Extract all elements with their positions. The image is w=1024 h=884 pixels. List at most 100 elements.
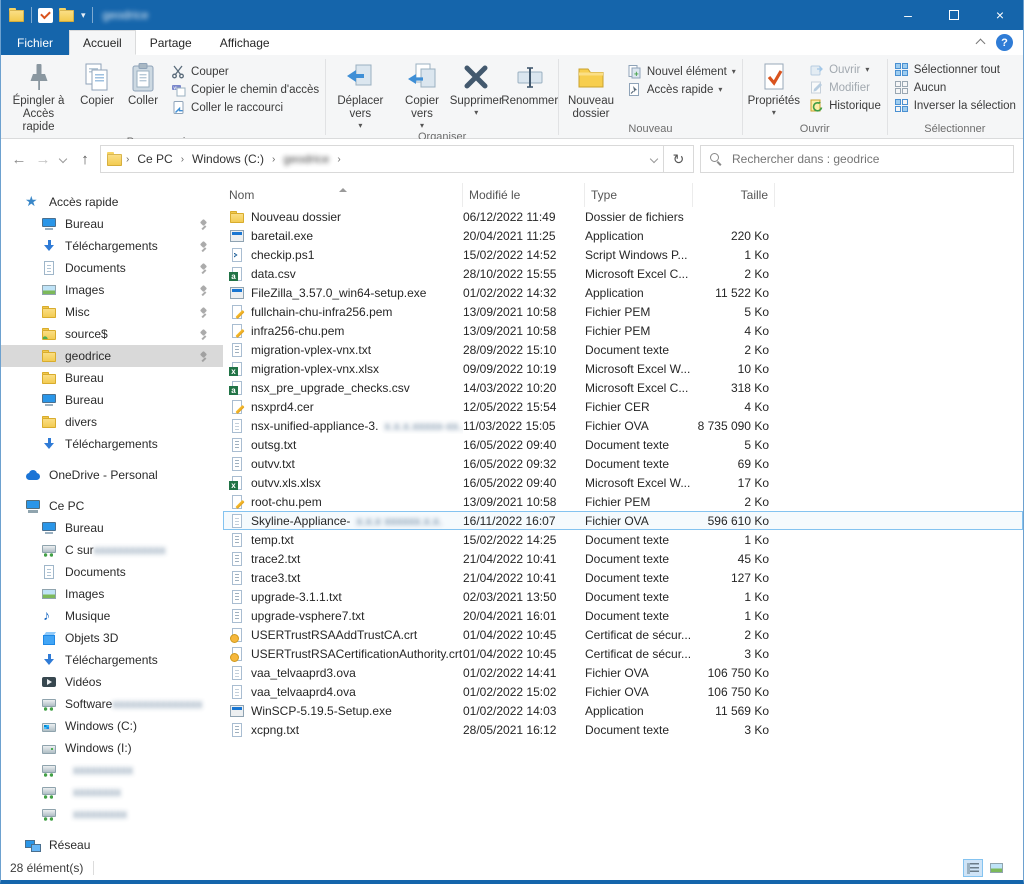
copy-path-button[interactable]: w Copier le chemin d'accès — [168, 82, 322, 97]
sidebar-item[interactable]: xxxxxxxx — [1, 781, 223, 803]
file-row[interactable]: infra256-chu.pem 13/09/2021 10:58 Fichie… — [223, 321, 1023, 340]
sidebar-item[interactable]: OneDrive - Personal — [1, 464, 223, 486]
file-row[interactable]: migration-vplex-vnx.xlsx 09/09/2022 10:1… — [223, 359, 1023, 378]
sidebar-item[interactable]: Windows (C:) — [1, 715, 223, 737]
invert-selection-button[interactable]: Inverser la sélection — [891, 98, 1019, 113]
sidebar-item[interactable]: Objets 3D — [1, 627, 223, 649]
sidebar-item[interactable]: Images — [1, 583, 223, 605]
file-row[interactable]: upgrade-3.1.1.txt 02/03/2021 13:50 Docum… — [223, 587, 1023, 606]
minimize-button[interactable]: – — [885, 0, 931, 30]
sidebar-item[interactable]: geodrice — [1, 345, 223, 367]
file-row[interactable]: outsg.txt 16/05/2022 09:40 Document text… — [223, 435, 1023, 454]
forward-button[interactable]: → — [34, 151, 52, 168]
sidebar-item[interactable]: xxxxxxxxx — [1, 803, 223, 825]
sidebar-item[interactable]: Windows (I:) — [1, 737, 223, 759]
up-button[interactable]: ↑ — [76, 151, 94, 168]
maximize-button[interactable] — [931, 0, 977, 30]
details-view-button[interactable] — [963, 859, 983, 877]
select-none-button[interactable]: Aucun — [891, 80, 1019, 95]
back-button[interactable]: ← — [10, 151, 28, 168]
file-row[interactable]: nsxprd4.cer 12/05/2022 15:54 Fichier CER… — [223, 397, 1023, 416]
large-icons-view-button[interactable] — [986, 859, 1006, 877]
file-row[interactable]: trace2.txt 21/04/2022 10:41 Document tex… — [223, 549, 1023, 568]
help-icon[interactable]: ? — [996, 34, 1013, 51]
file-row[interactable]: WinSCP-5.19.5-Setup.exe 01/02/2022 14:03… — [223, 701, 1023, 720]
sidebar-item[interactable]: Bureau — [1, 517, 223, 539]
file-row[interactable]: upgrade-vsphere7.txt 20/04/2021 16:01 Do… — [223, 606, 1023, 625]
paste-shortcut-button[interactable]: Coller le raccourci — [168, 100, 322, 115]
tab-affichage[interactable]: Affichage — [206, 30, 284, 55]
refresh-button[interactable]: ↻ — [664, 145, 694, 173]
breadcrumb-ce-pc[interactable]: Ce PC — [132, 152, 177, 166]
rename-button[interactable]: Renommer — [502, 58, 557, 130]
breadcrumb-drive[interactable]: Windows (C:) — [187, 152, 269, 166]
select-all-button[interactable]: Sélectionner tout — [891, 62, 1019, 77]
address-dropdown-icon[interactable] — [651, 157, 659, 162]
file-row[interactable]: baretail.exe 20/04/2021 11:25 Applicatio… — [223, 226, 1023, 245]
file-row[interactable]: nsx_pre_upgrade_checks.csv 14/03/2022 10… — [223, 378, 1023, 397]
sidebar-item[interactable]: Ce PC — [1, 495, 223, 517]
delete-button[interactable]: Supprimer ▾ — [450, 58, 502, 130]
file-row[interactable]: nsx-unified-appliance-3. x.x.x.xxxxx-xx.… — [223, 416, 1023, 435]
file-row[interactable]: Skyline-Appliance- x.x.x xxxxxx.x.x. 16/… — [223, 511, 1023, 530]
sidebar-item[interactable]: Documents — [1, 561, 223, 583]
qat-customize-caret-icon[interactable]: ▾ — [81, 10, 86, 21]
properties-quick-icon[interactable] — [38, 8, 53, 23]
file-row[interactable]: trace3.txt 21/04/2022 10:41 Document tex… — [223, 568, 1023, 587]
sidebar-item[interactable]: divers — [1, 411, 223, 433]
column-header-name[interactable]: Nom — [223, 183, 463, 207]
sidebar-item[interactable]: Bureau — [1, 367, 223, 389]
sidebar-item[interactable]: Vidéos — [1, 671, 223, 693]
tab-accueil[interactable]: Accueil — [69, 30, 136, 55]
file-row[interactable]: USERTrustRSAAddTrustCA.crt 01/04/2022 10… — [223, 625, 1023, 644]
pin-to-quick-access-button[interactable]: Épingler à Accès rapide — [3, 58, 74, 135]
sidebar-item[interactable]: Téléchargements — [1, 235, 223, 257]
column-header-type[interactable]: Type — [585, 183, 693, 207]
sidebar-item[interactable]: Bureau — [1, 213, 223, 235]
file-row[interactable]: FileZilla_3.57.0_win64-setup.exe 01/02/2… — [223, 283, 1023, 302]
file-row[interactable]: data.csv 28/10/2022 15:55 Microsoft Exce… — [223, 264, 1023, 283]
search-box[interactable] — [700, 145, 1014, 173]
file-row[interactable]: fullchain-chu-infra256.pem 13/09/2021 10… — [223, 302, 1023, 321]
sidebar-item[interactable]: xxxxxxxxxx — [1, 759, 223, 781]
column-header-date[interactable]: Modifié le — [463, 183, 585, 207]
sidebar-item[interactable]: Réseau — [1, 834, 223, 856]
new-folder-button[interactable]: Nouveau dossier — [560, 58, 622, 122]
sidebar-item[interactable]: C sur xxxxxxxxxxxx — [1, 539, 223, 561]
copy-to-button[interactable]: Copier vers ▾ — [394, 58, 451, 130]
paste-button[interactable]: Coller — [120, 58, 166, 135]
file-row[interactable]: Nouveau dossier 06/12/2022 11:49 Dossier… — [223, 207, 1023, 226]
properties-button[interactable]: Propriétés ▾ — [744, 58, 804, 122]
address-bar[interactable]: › Ce PC › Windows (C:) › geodrice › — [100, 145, 664, 173]
column-header-size[interactable]: Taille — [693, 183, 775, 207]
breadcrumb-current-folder[interactable]: geodrice — [278, 152, 334, 166]
sidebar-item[interactable]: Accès rapide — [1, 191, 223, 213]
sidebar-item[interactable]: source$ — [1, 323, 223, 345]
file-row[interactable]: xcpng.txt 28/05/2021 16:12 Document text… — [223, 720, 1023, 739]
sidebar-item[interactable]: Misc — [1, 301, 223, 323]
sidebar-item[interactable]: Téléchargements — [1, 433, 223, 455]
file-row[interactable]: temp.txt 15/02/2022 14:25 Document texte… — [223, 530, 1023, 549]
tab-fichier[interactable]: Fichier — [1, 30, 69, 55]
file-row[interactable]: outvv.xls.xlsx 16/05/2022 09:40 Microsof… — [223, 473, 1023, 492]
file-row[interactable]: USERTrustRSACertificationAuthority.crt 0… — [223, 644, 1023, 663]
sidebar-item[interactable]: Téléchargements — [1, 649, 223, 671]
sidebar-item[interactable]: Images — [1, 279, 223, 301]
history-button[interactable]: Historique — [806, 98, 884, 113]
close-button[interactable]: × — [977, 0, 1023, 30]
file-row[interactable]: root-chu.pem 13/09/2021 10:58 Fichier PE… — [223, 492, 1023, 511]
copy-button[interactable]: Copier — [74, 58, 120, 135]
file-row[interactable]: vaa_telvaaprd4.ova 01/02/2022 15:02 Fich… — [223, 682, 1023, 701]
sidebar-item[interactable]: Bureau — [1, 389, 223, 411]
cut-button[interactable]: Couper — [168, 64, 322, 79]
new-item-button[interactable]: + Nouvel élément ▾ — [624, 64, 739, 79]
move-to-button[interactable]: Déplacer vers ▾ — [327, 58, 394, 130]
sidebar-item[interactable]: Documents — [1, 257, 223, 279]
file-row[interactable]: migration-vplex-vnx.txt 28/09/2022 15:10… — [223, 340, 1023, 359]
sidebar-item[interactable]: Software xxxxxxxxxxxxxxx — [1, 693, 223, 715]
tab-partage[interactable]: Partage — [136, 30, 206, 55]
file-row[interactable]: vaa_telvaaprd3.ova 01/02/2022 14:41 Fich… — [223, 663, 1023, 682]
quick-access-button[interactable]: Accès rapide ▾ — [624, 82, 739, 97]
sidebar-item[interactable]: Musique — [1, 605, 223, 627]
new-folder-quick-icon[interactable] — [59, 8, 75, 22]
